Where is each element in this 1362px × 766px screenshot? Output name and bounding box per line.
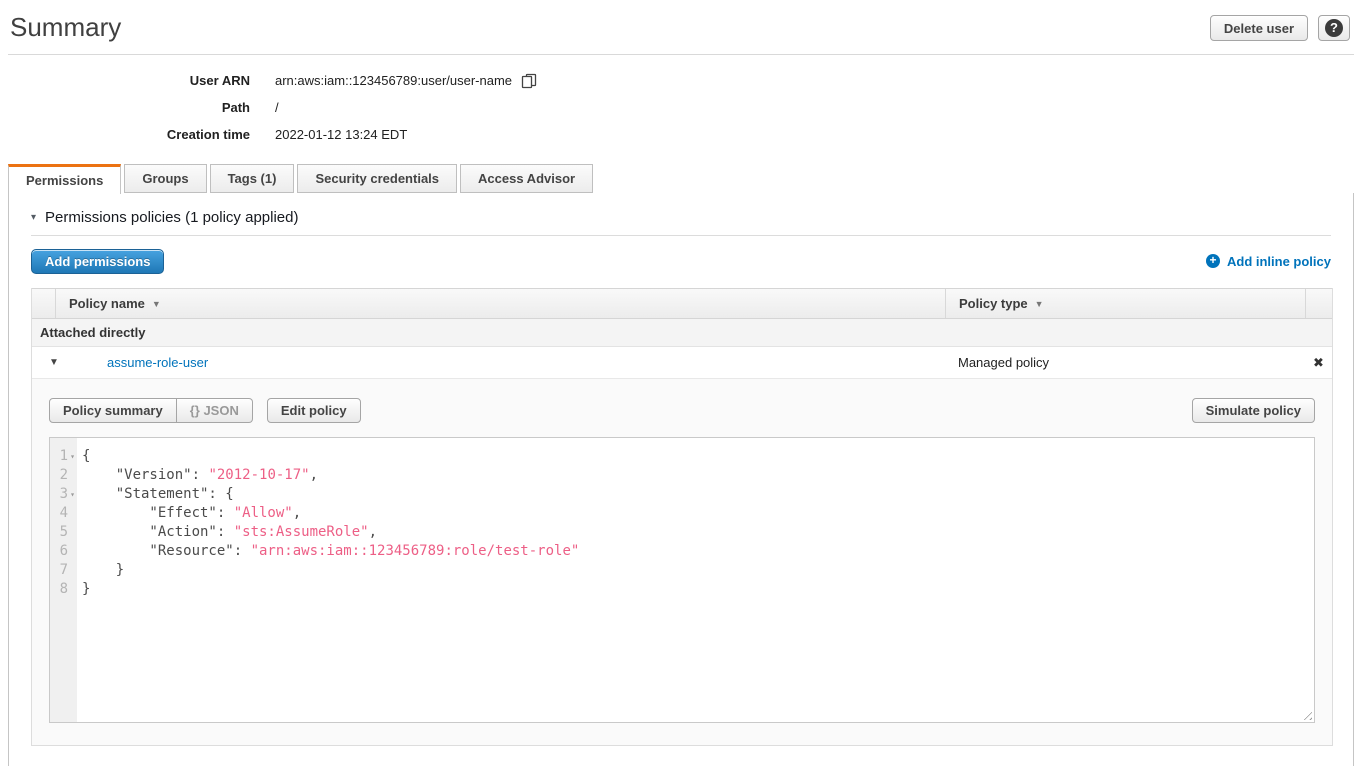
header-actions: Delete user ? <box>1210 12 1350 41</box>
section-title: Permissions policies (1 policy applied) <box>45 209 298 226</box>
expand-column-header <box>32 289 56 318</box>
user-info-section: User ARN arn:aws:iam::123456789:user/use… <box>0 55 1362 148</box>
code-line: "Effect": "Allow", <box>82 504 1314 523</box>
policy-table-row: ▼ assume-role-user Managed policy ✖ <box>32 347 1332 378</box>
policy-summary-button[interactable]: Policy summary <box>49 398 177 423</box>
table-header-row: Policy name ▼ Policy type ▼ <box>32 288 1332 319</box>
code-line: "Resource": "arn:aws:iam::123456789:role… <box>82 542 1314 561</box>
section-collapse-caret-icon: ▾ <box>31 212 36 223</box>
remove-policy-x-icon[interactable]: ✖ <box>1305 355 1332 371</box>
fold-caret-icon[interactable]: ▾ <box>68 485 77 504</box>
add-permissions-button[interactable]: Add permissions <box>31 249 164 274</box>
page-title: Summary <box>10 12 121 43</box>
editor-code[interactable]: { "Version": "2012-10-17", "Statement": … <box>77 438 1314 722</box>
add-inline-policy-label: Add inline policy <box>1227 254 1331 269</box>
row-expand-caret-icon[interactable]: ▼ <box>32 357 56 368</box>
sort-caret-icon: ▼ <box>152 299 161 309</box>
policy-detail-expanded: Policy summary {} JSON Edit policy Simul… <box>32 378 1332 745</box>
section-divider <box>31 235 1331 236</box>
policy-detail-actions: Policy summary {} JSON Edit policy Simul… <box>49 398 1315 423</box>
policies-table: Policy name ▼ Policy type ▼ Attached dir… <box>31 288 1333 746</box>
iam-user-summary-page: Summary Delete user ? User ARN arn:aws:i… <box>0 0 1362 766</box>
policy-view-button-group: Policy summary {} JSON <box>49 398 253 423</box>
code-line: "Version": "2012-10-17", <box>82 466 1314 485</box>
help-button[interactable]: ? <box>1318 15 1350 41</box>
policy-type-value: Managed policy <box>945 355 1305 370</box>
policy-name-header-label: Policy name <box>69 296 145 311</box>
tab-bar: Permissions Groups Tags (1) Security cre… <box>8 164 1354 193</box>
simulate-policy-button[interactable]: Simulate policy <box>1192 398 1315 423</box>
info-row-creation-time: Creation time 2022-01-12 13:24 EDT <box>0 121 1362 148</box>
creation-time-label: Creation time <box>0 127 250 142</box>
info-row-path: Path / <box>0 94 1362 121</box>
sort-caret-icon: ▼ <box>1035 299 1044 309</box>
policy-actions-row: Add permissions + Add inline policy <box>31 248 1331 274</box>
code-line: } <box>82 561 1314 580</box>
page-header: Summary Delete user ? <box>0 0 1362 46</box>
delete-user-button[interactable]: Delete user <box>1210 15 1308 41</box>
policy-type-column-header[interactable]: Policy type ▼ <box>945 289 1305 318</box>
user-arn-label: User ARN <box>0 73 250 88</box>
code-line: "Statement": { <box>82 485 1314 504</box>
json-view-button[interactable]: {} JSON <box>177 398 253 423</box>
tab-tags[interactable]: Tags (1) <box>210 164 295 193</box>
question-mark-icon: ? <box>1325 19 1343 37</box>
actions-column-header <box>1305 289 1332 318</box>
edit-policy-button[interactable]: Edit policy <box>267 398 361 423</box>
tab-permissions[interactable]: Permissions <box>8 164 121 194</box>
policy-name-column-header[interactable]: Policy name ▼ <box>56 289 945 318</box>
tab-access-advisor[interactable]: Access Advisor <box>460 164 593 193</box>
creation-time-value: 2022-01-12 13:24 EDT <box>275 127 407 142</box>
policy-name-link[interactable]: assume-role-user <box>107 355 208 370</box>
policy-type-header-label: Policy type <box>959 296 1028 311</box>
json-policy-editor[interactable]: 1▾23▾45678 { "Version": "2012-10-17", "S… <box>49 437 1315 723</box>
fold-caret-icon[interactable]: ▾ <box>68 447 77 466</box>
code-line: } <box>82 580 1314 599</box>
code-line: { <box>82 447 1314 466</box>
tab-security-credentials[interactable]: Security credentials <box>297 164 457 193</box>
permissions-policies-section-toggle[interactable]: ▾ Permissions policies (1 policy applied… <box>9 193 1353 226</box>
path-label: Path <box>0 100 250 115</box>
attached-directly-group-row: Attached directly <box>32 319 1332 347</box>
editor-gutter: 1▾23▾45678 <box>50 438 77 722</box>
user-arn-value: arn:aws:iam::123456789:user/user-name <box>275 73 512 88</box>
code-line: "Action": "sts:AssumeRole", <box>82 523 1314 542</box>
info-row-user-arn: User ARN arn:aws:iam::123456789:user/use… <box>0 67 1362 94</box>
path-value: / <box>275 100 279 115</box>
group-row-label: Attached directly <box>40 325 145 340</box>
add-inline-policy-link[interactable]: + Add inline policy <box>1206 254 1331 269</box>
permissions-tab-panel: ▾ Permissions policies (1 policy applied… <box>8 193 1354 766</box>
copy-icon[interactable] <box>521 73 537 89</box>
tab-groups[interactable]: Groups <box>124 164 206 193</box>
plus-circle-icon: + <box>1206 254 1220 268</box>
